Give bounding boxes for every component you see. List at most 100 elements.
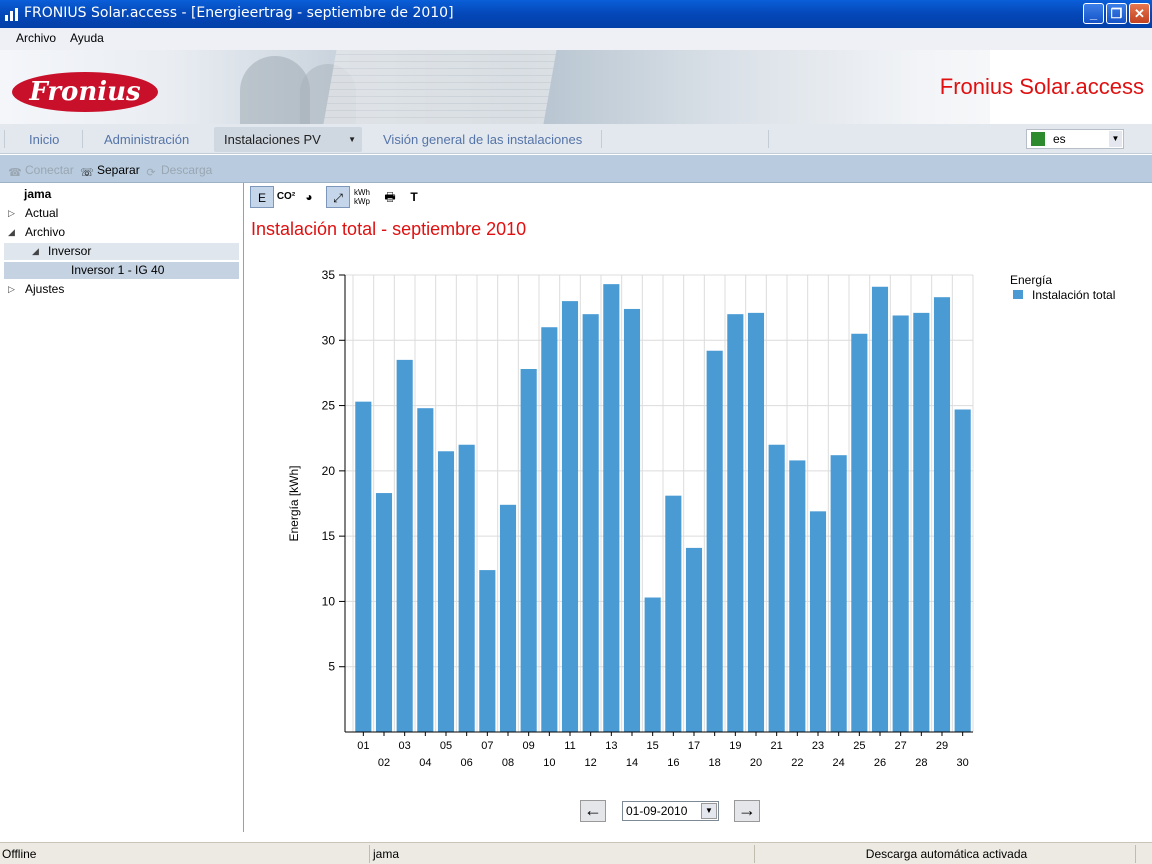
tree-item-inversor-1[interactable]: Inversor 1 - IG 40 — [4, 262, 239, 279]
window-title: FRONIUS Solar.access - [Energieertrag - … — [24, 5, 454, 21]
app-window: FRONIUS Solar.access - [Energieertrag - … — [0, 0, 1152, 864]
tab-instalaciones-pv[interactable]: Instalaciones PV ▼ — [214, 127, 362, 152]
bar — [582, 314, 599, 732]
main-nav: Inicio Administración Instalaciones PV ▼… — [0, 124, 1152, 154]
x-tick-label: 04 — [419, 757, 431, 769]
nav-separator — [601, 130, 602, 148]
tree-item-label: Actual — [25, 206, 59, 220]
expand-icon[interactable]: ▷ — [8, 281, 15, 298]
y-tick-label: 25 — [322, 399, 336, 413]
language-select[interactable]: es ▼ — [1026, 129, 1124, 149]
energy-bar-chart: 5 10 15 20 25 30 35 01 02 03 04 05 06 07 08 09 10 11 12 13 1… — [287, 268, 1115, 769]
x-tick-label: 26 — [874, 757, 886, 769]
pie-view-button[interactable]: ◕ — [297, 186, 321, 208]
tab-administracion[interactable]: Administración — [94, 127, 199, 152]
tree-item-ajustes[interactable]: ▷ Ajustes — [4, 281, 239, 298]
navigation-tree: jama ▷ Actual ◢ Archivo ◢ Inversor Inver… — [0, 183, 244, 832]
tree-item-label: Inversor 1 - IG 40 — [71, 263, 165, 277]
bar — [561, 301, 579, 732]
expand-icon[interactable]: ▷ — [8, 205, 15, 222]
kwp-label: kWp — [354, 197, 370, 206]
y-tick-label: 35 — [322, 268, 336, 282]
legend-swatch — [1013, 290, 1023, 299]
previous-month-button[interactable]: ← — [580, 800, 606, 822]
bar — [623, 308, 641, 732]
legend-series-label: Instalación total — [1032, 288, 1115, 302]
close-button[interactable]: ✕ — [1129, 3, 1150, 24]
minimize-button[interactable]: _ — [1083, 3, 1104, 24]
status-auto-download: Descarga automática activada — [756, 845, 1136, 863]
tree-item-inversor[interactable]: ◢ Inversor — [4, 243, 239, 260]
fronius-logo: Fronius — [12, 72, 158, 112]
menu-bar: Archivo Ayuda — [0, 28, 1152, 50]
tree-root[interactable]: jama — [4, 186, 239, 203]
dropdown-arrow-icon: ▼ — [348, 135, 356, 144]
x-tick-label: 05 — [440, 740, 452, 752]
printer-icon: 🖶 — [384, 190, 396, 204]
expand-arrows-icon: ⤢ — [333, 191, 343, 205]
bar — [933, 297, 951, 732]
text-view-button[interactable]: T — [402, 186, 426, 208]
menu-ayuda[interactable]: Ayuda — [70, 31, 104, 45]
x-tick-label: 21 — [771, 740, 783, 752]
x-tick-label: 14 — [626, 757, 638, 769]
collapse-icon[interactable]: ◢ — [32, 243, 39, 260]
x-tick-label: 03 — [399, 740, 411, 752]
arrow-right-icon: → — [738, 800, 756, 820]
bar — [727, 314, 744, 732]
bar — [851, 333, 868, 732]
bar — [913, 312, 930, 732]
nav-separator — [768, 130, 769, 148]
next-month-button[interactable]: → — [734, 800, 760, 822]
dropdown-arrow-icon[interactable]: ▼ — [1109, 131, 1122, 147]
x-tick-label: 06 — [461, 757, 473, 769]
bar — [355, 401, 372, 732]
kwh-kwp-button[interactable]: kWh kWp — [350, 186, 374, 208]
zoom-fit-button[interactable]: ⤢ — [326, 186, 350, 208]
date-select[interactable]: 01-09-2010 ▼ — [622, 801, 719, 821]
kwh-label: kWh — [354, 188, 370, 197]
dropdown-arrow-icon[interactable]: ▼ — [701, 803, 717, 819]
x-tick-label: 08 — [502, 757, 514, 769]
connect-label: Conectar — [25, 163, 74, 177]
tree-item-label: Inversor — [48, 244, 92, 258]
x-tick-label: 25 — [853, 740, 865, 752]
print-button[interactable]: 🖶 — [378, 186, 402, 208]
legend-title: Energía — [1010, 273, 1052, 287]
tab-inicio[interactable]: Inicio — [19, 127, 69, 152]
y-tick-label: 30 — [322, 333, 336, 347]
bar — [768, 444, 785, 732]
co2-view-button[interactable]: CO² — [274, 186, 298, 208]
x-tick-label: 29 — [936, 740, 948, 752]
disconnect-icon: ☏ — [80, 167, 94, 179]
pie-icon: ◕ — [305, 190, 313, 204]
x-tick-label: 27 — [895, 740, 907, 752]
status-connection: Offline — [0, 845, 370, 863]
restore-button[interactable]: ❐ — [1106, 3, 1127, 24]
tab-label: Instalaciones PV — [224, 132, 321, 147]
bar — [871, 286, 889, 732]
x-tick-label: 10 — [543, 757, 555, 769]
language-value: es — [1053, 132, 1066, 146]
separate-button[interactable]: ☏ Separar — [80, 163, 140, 179]
connection-toolbar: ☎ Conectar ☏ Separar ⟳ Descarga — [0, 155, 1152, 183]
download-button[interactable]: ⟳ Descarga — [144, 163, 212, 179]
connect-button[interactable]: ☎ Conectar — [8, 163, 74, 179]
collapse-icon[interactable]: ◢ — [8, 224, 15, 241]
menu-archivo[interactable]: Archivo — [16, 31, 56, 45]
tree-item-actual[interactable]: ▷ Actual — [4, 205, 239, 222]
banner: Fronius Fronius Solar.access — [0, 50, 1152, 124]
bar — [437, 451, 455, 732]
x-tick-label: 28 — [915, 757, 927, 769]
y-tick-label: 20 — [322, 464, 336, 478]
tree-item-archivo[interactable]: ◢ Archivo — [4, 224, 239, 241]
excel-icon — [1030, 131, 1046, 147]
tab-vision-general[interactable]: Visión general de las instalaciones — [373, 127, 592, 152]
nav-separator — [82, 130, 83, 148]
bar — [809, 511, 827, 732]
x-tick-label: 24 — [833, 757, 845, 769]
energy-view-button[interactable]: E — [250, 186, 274, 208]
bar — [375, 493, 393, 732]
separate-label: Separar — [97, 163, 140, 177]
y-axis-label: Energía [kWh] — [287, 465, 301, 541]
